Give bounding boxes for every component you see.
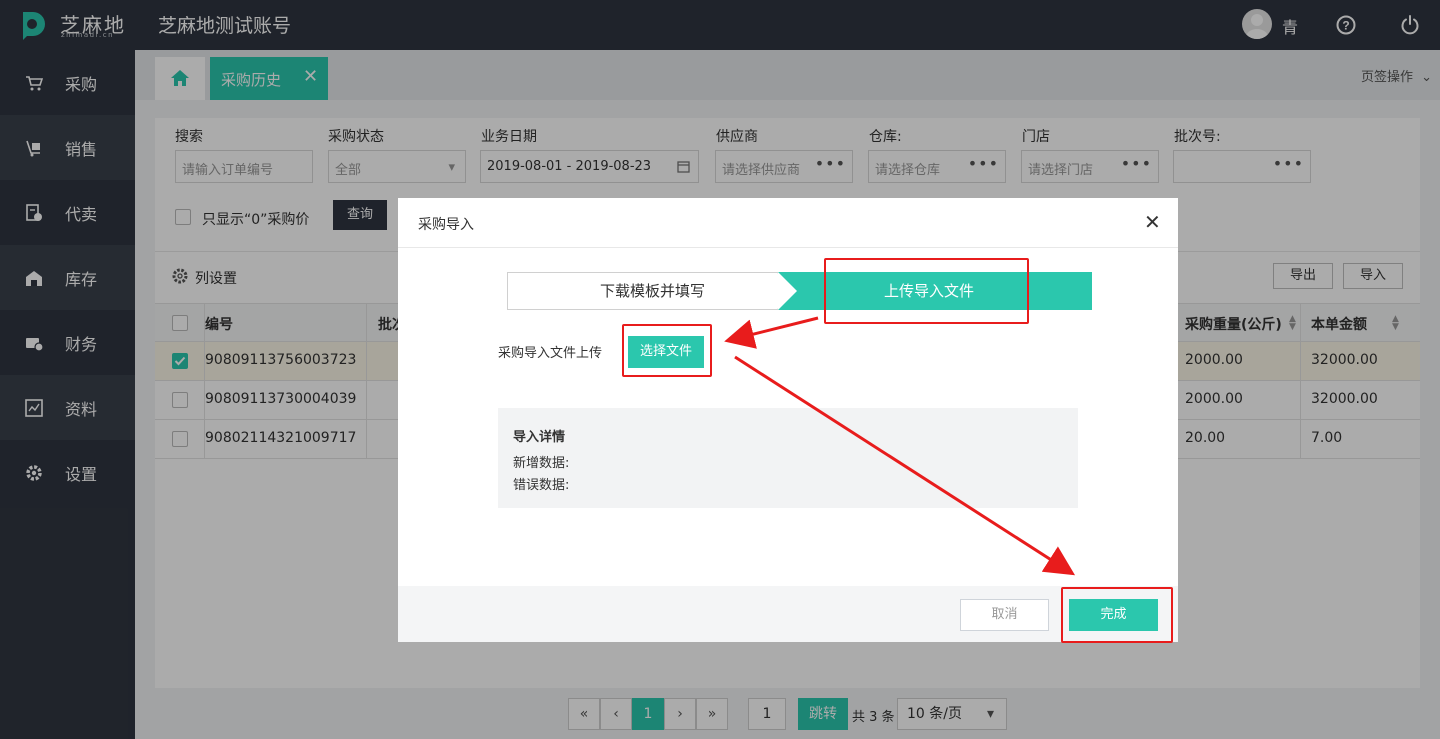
annotation-arrow [724, 316, 819, 349]
annotation-arrow [734, 355, 1076, 576]
annotation-arrows [724, 316, 1076, 576]
